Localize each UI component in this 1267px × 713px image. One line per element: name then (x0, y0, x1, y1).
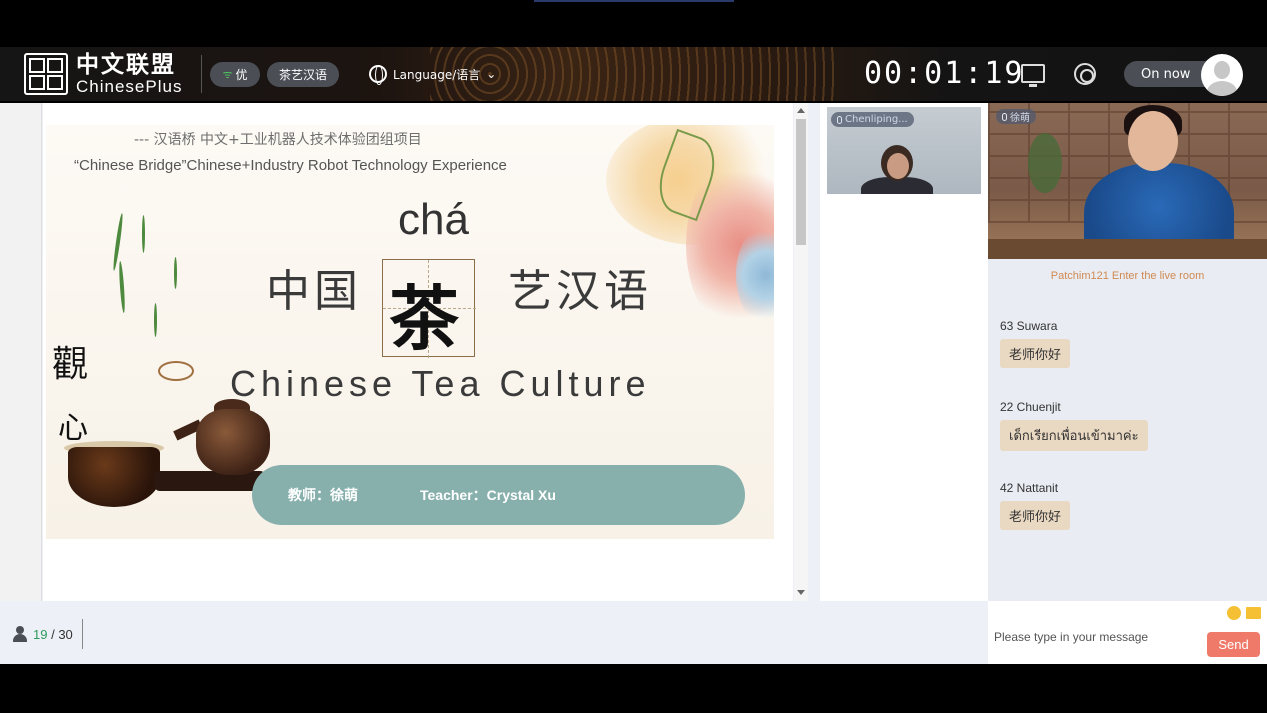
brand-name-cn: 中文联盟 (76, 51, 176, 78)
scroll-up-icon[interactable] (797, 108, 805, 113)
courseware-scrollbar[interactable] (794, 103, 808, 601)
top-progress-line (534, 0, 734, 2)
main-area: --- 汉语桥 中文+工业机器人技术体验团组项目 “Chinese Bridge… (0, 103, 1267, 664)
slide-title-en: Chinese Tea Culture (230, 363, 651, 404)
teacher-name-cn: 教师：徐萌 (288, 488, 358, 504)
calligraphy-seal-logo: 觀 (52, 344, 89, 385)
courseware-slide: --- 汉语桥 中文+工业机器人技术体验团组项目 “Chinese Bridge… (46, 125, 774, 539)
teacher-name: 徐萌 (1010, 113, 1030, 124)
chat-sender: 22 Chuenjit (1000, 400, 1061, 414)
class-timer: 00:01:19 (864, 56, 1025, 91)
chat-bubble: 老师你好 (1000, 501, 1071, 530)
student-video[interactable]: Chenliping... (827, 107, 981, 194)
student-video-column: Chenliping... (820, 103, 988, 601)
divider (201, 55, 202, 93)
emoji-icon[interactable] (1227, 606, 1241, 620)
teacher-name-tag: 徐萌 (996, 109, 1036, 124)
user-avatar[interactable] (1201, 54, 1243, 96)
send-button[interactable]: Send (1207, 632, 1260, 657)
course-name-label: 茶艺汉语 (278, 68, 327, 82)
chat-message: 22 Chuenjit เด็กเรียกเพื่อนเข้ามาค่ะ (1000, 400, 1148, 451)
chevron-down-icon: ⌄ (486, 67, 497, 81)
slide-pinyin: chá (398, 195, 469, 244)
online-count: 19 (33, 627, 48, 642)
people-icon[interactable] (13, 626, 27, 642)
chat-message-input[interactable] (994, 627, 1194, 647)
signal-icon: ᯤ (222, 68, 233, 81)
brand-logo: 中文联盟 ChinesePlus (24, 53, 182, 95)
cloud-ornament (158, 361, 194, 381)
teacher-name-en: Teacher：Crystal Xu (420, 487, 556, 503)
bottom-bar: 19 / 30 (0, 601, 988, 664)
chat-sender: 63 Suwara (1000, 319, 1058, 333)
brand-name-en: ChinesePlus (76, 77, 183, 96)
chat-sender: 42 Nattanit (1000, 481, 1059, 495)
bamboo-leaf-illustration (154, 303, 157, 337)
student-name-tag: Chenliping... (831, 112, 914, 127)
network-quality-badge[interactable]: ᯤ 优 (210, 62, 260, 87)
top-bar: 中文联盟 ChinesePlus ᯤ 优 茶艺汉语 Language/语言 ⌄ … (0, 47, 1267, 101)
tea-tray-illustration (154, 471, 266, 491)
slide-subtitle-en: “Chinese Bridge”Chinese+Industry Robot T… (74, 157, 507, 174)
slide-subtitle-cn: --- 汉语桥 中文+工业机器人技术体验团组项目 (134, 132, 422, 148)
folder-icon[interactable] (1246, 607, 1261, 619)
mic-icon (837, 115, 842, 124)
language-label: Language/语言 (393, 67, 481, 82)
bamboo-leaf-illustration (118, 260, 126, 314)
tea-bowl-illustration (68, 447, 160, 507)
monitor-icon[interactable] (1021, 64, 1045, 87)
chat-message: 63 Suwara 老师你好 (1000, 319, 1071, 368)
total-count: / 30 (51, 627, 73, 642)
slide-title-left: 中国 (266, 266, 362, 317)
language-selector[interactable]: Language/语言 ⌄ (369, 65, 497, 85)
chat-message: 42 Nattanit 老师你好 (1000, 481, 1071, 530)
logo-seal-icon (24, 53, 68, 95)
calligraphy-seal-logo: 心 (58, 411, 88, 446)
globe-icon (369, 65, 387, 85)
status-label: On now (1141, 66, 1191, 82)
chat-input-area: Send (988, 601, 1267, 664)
chat-bubble: 老师你好 (1000, 339, 1071, 368)
mic-icon (1002, 112, 1007, 121)
bamboo-leaf-illustration (174, 257, 177, 289)
bamboo-leaf-illustration (111, 213, 125, 271)
left-toolbar (0, 103, 42, 601)
slide-title-right: 艺汉语 (508, 266, 652, 317)
record-icon[interactable] (1074, 63, 1096, 85)
network-quality-label: 优 (235, 68, 248, 82)
teacher-banner: 教师：徐萌 Teacher：Crystal Xu (252, 465, 745, 525)
chat-bubble: เด็กเรียกเพื่อนเข้ามาค่ะ (1000, 420, 1148, 451)
slide-title-character: 茶 (389, 277, 459, 360)
bamboo-leaf-illustration (142, 215, 145, 253)
chat-panel: 徐萌 Patchim121 Enter the live room 63 Suw… (988, 103, 1267, 601)
course-name-badge: 茶艺汉语 (267, 62, 339, 87)
student-name: Chenliping... (845, 114, 908, 125)
chat-system-message: Patchim121 Enter the live room (1050, 270, 1205, 282)
scroll-thumb[interactable] (796, 119, 806, 245)
attendance-count: 19 / 30 (33, 627, 73, 642)
teapot-illustration (196, 409, 270, 475)
scroll-down-icon[interactable] (797, 590, 805, 595)
teacher-video[interactable]: 徐萌 (988, 103, 1267, 259)
divider (82, 619, 83, 649)
live-classroom-app: 中文联盟 ChinesePlus ᯤ 优 茶艺汉语 Language/语言 ⌄ … (0, 0, 1267, 713)
